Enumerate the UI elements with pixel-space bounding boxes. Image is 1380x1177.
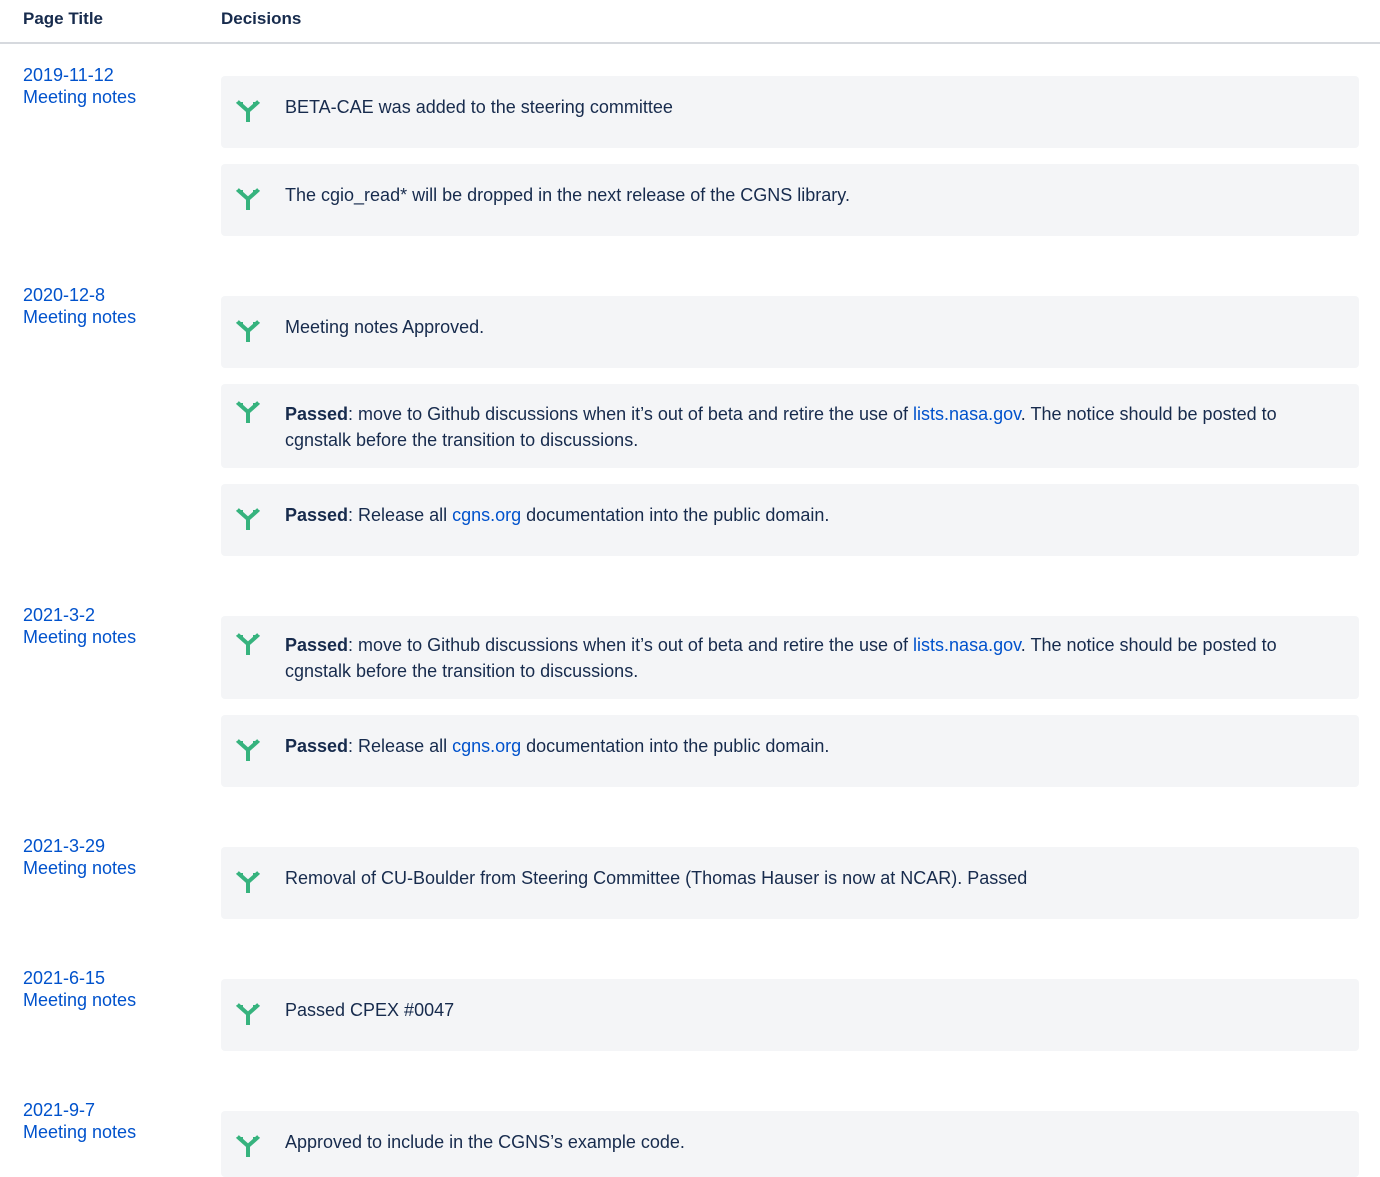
decision-icon: [236, 320, 260, 342]
decision-text: Passed: move to Github discussions when …: [285, 404, 1277, 450]
decision-item: The cgio_read* will be dropped in the ne…: [221, 164, 1359, 236]
decision-item: Removal of CU-Boulder from Steering Comm…: [221, 847, 1359, 919]
column-header-decisions: Decisions: [221, 9, 302, 28]
decision-text: Passed CPEX #0047: [285, 1000, 455, 1020]
page-title-link[interactable]: 2021-6-15 Meeting notes: [23, 967, 203, 1011]
decision-item: Approved to include in the CGNS’s exampl…: [221, 1111, 1359, 1177]
page-title-link[interactable]: 2021-3-2 Meeting notes: [23, 604, 203, 648]
decision-text: BETA-CAE was added to the steering commi…: [285, 97, 673, 117]
page-title-link[interactable]: 2019-11-12 Meeting notes: [23, 64, 203, 108]
page-title-link[interactable]: 2021-3-29 Meeting notes: [23, 835, 203, 879]
column-header-page-title: Page Title: [23, 9, 103, 28]
decision-icon: [236, 401, 260, 423]
lists-nasa-link[interactable]: lists.nasa.gov: [913, 404, 1021, 424]
decision-item: Passed: move to Github discussions when …: [221, 616, 1359, 699]
decision-icon: [236, 739, 260, 761]
decision-item: Meeting notes Approved.: [221, 296, 1359, 368]
decision-icon: [236, 633, 260, 655]
decision-text: Passed: move to Github discussions when …: [285, 635, 1277, 681]
decision-item: Passed CPEX #0047: [221, 979, 1359, 1051]
decision-icon: [236, 508, 260, 530]
decision-text: Removal of CU-Boulder from Steering Comm…: [285, 868, 1028, 888]
decision-text: Meeting notes Approved.: [285, 317, 485, 337]
cgns-org-link[interactable]: cgns.org: [452, 505, 521, 525]
decision-text: Passed: Release all cgns.org documentati…: [285, 736, 830, 756]
page-title-link[interactable]: 2021-9-7 Meeting notes: [23, 1099, 203, 1143]
decision-item: Passed: Release all cgns.org documentati…: [221, 715, 1359, 787]
decision-status: Passed: [285, 404, 349, 424]
decision-icon: [236, 871, 260, 893]
decision-status: Passed: [285, 635, 349, 655]
decision-text: The cgio_read* will be dropped in the ne…: [285, 185, 850, 205]
decision-status: Passed: [285, 736, 349, 756]
decision-item: Passed: move to Github discussions when …: [221, 384, 1359, 468]
lists-nasa-link[interactable]: lists.nasa.gov: [913, 635, 1021, 655]
decision-text: Approved to include in the CGNS’s exampl…: [285, 1132, 685, 1152]
decision-icon: [236, 1003, 260, 1025]
decision-item: BETA-CAE was added to the steering commi…: [221, 76, 1359, 148]
page-title-link[interactable]: 2020-12-8 Meeting notes: [23, 284, 203, 328]
cgns-org-link[interactable]: cgns.org: [452, 736, 521, 756]
decision-item: Passed: Release all cgns.org documentati…: [221, 484, 1359, 556]
decision-icon: [236, 1135, 260, 1157]
decision-text: Passed: Release all cgns.org documentati…: [285, 505, 830, 525]
decision-icon: [236, 100, 260, 122]
decision-icon: [236, 188, 260, 210]
decision-status: Passed: [285, 505, 349, 525]
table-header: Page Title Decisions: [0, 0, 1380, 44]
